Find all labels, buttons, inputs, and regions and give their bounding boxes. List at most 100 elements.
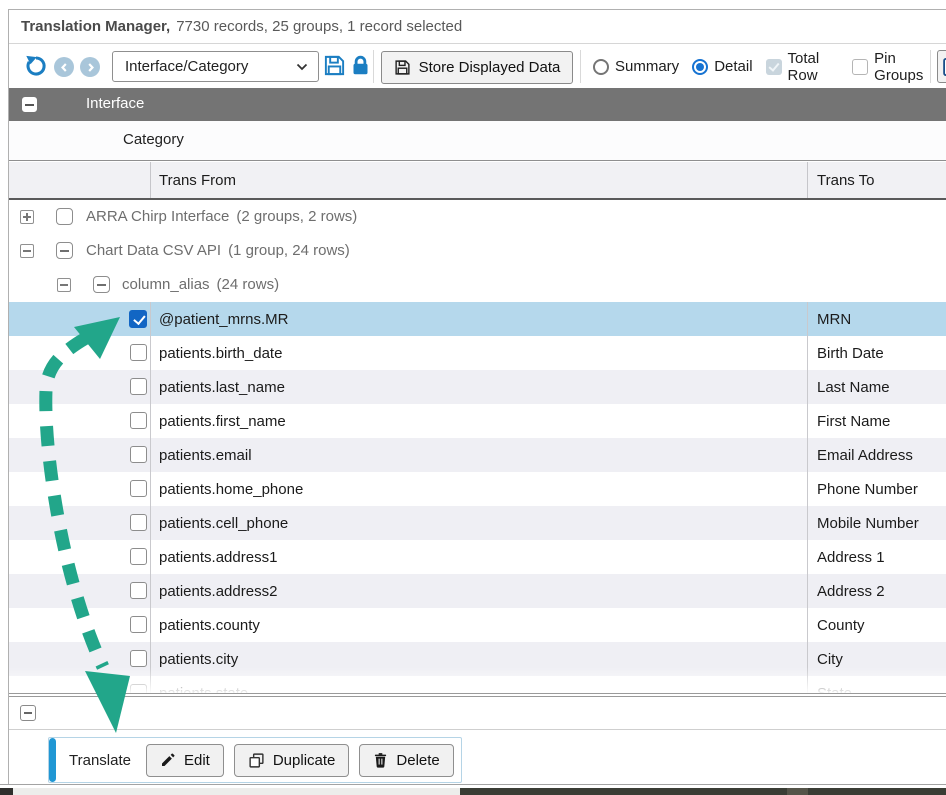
toolbar: Interface/Category Store Displayed Data … — [9, 45, 946, 88]
row-checkbox[interactable] — [130, 514, 147, 531]
table-row-clipped[interactable]: patients.state State — [9, 676, 946, 693]
table-row[interactable]: patients.address1 Address 1 — [9, 540, 946, 574]
pin-groups-checkbox[interactable] — [852, 59, 868, 75]
translation-manager-window: Translation Manager, 7730 records, 25 gr… — [0, 0, 946, 795]
trans-to-column-header[interactable]: Trans To — [807, 162, 946, 198]
total-row-checkbox[interactable] — [766, 59, 782, 75]
app-title: Translation Manager, — [21, 18, 170, 35]
row-checkbox[interactable] — [130, 616, 147, 633]
interface-header-label: Interface — [86, 95, 144, 112]
translate-panel: Translate Edit Duplicate Delete — [48, 737, 462, 783]
group-meta: (24 rows) — [217, 276, 280, 293]
table-row[interactable]: patients.cell_phone Mobile Number — [9, 506, 946, 540]
row-checkbox[interactable] — [130, 548, 147, 565]
store-displayed-data-button[interactable]: Store Displayed Data — [381, 51, 573, 84]
table-row[interactable]: patients.city City — [9, 642, 946, 676]
copy-icon — [248, 752, 265, 769]
group-meta: (1 group, 24 rows) — [228, 242, 350, 259]
panel-accent-bar — [49, 738, 56, 782]
group-checkbox[interactable] — [56, 208, 73, 225]
row-checkbox[interactable] — [130, 650, 147, 667]
toolbar-separator — [580, 50, 581, 83]
table-bottom-border — [9, 693, 946, 694]
collapse-icon[interactable] — [22, 97, 37, 112]
detail-radio-label: Detail — [714, 58, 752, 75]
row-checkbox[interactable] — [130, 446, 147, 463]
row-checkbox[interactable] — [130, 344, 147, 361]
trans-from-cell: patients.city — [150, 642, 807, 676]
table-row[interactable]: patients.first_name First Name — [9, 404, 946, 438]
footer-divider — [9, 729, 946, 730]
row-checkbox[interactable] — [130, 582, 147, 599]
summary-radio[interactable] — [593, 59, 609, 75]
group-row-chart-data-csv[interactable]: Chart Data CSV API (1 group, 24 rows) — [9, 234, 946, 268]
table-row[interactable]: patients.county County — [9, 608, 946, 642]
toolbar-separator — [373, 50, 374, 83]
trans-from-cell: patients.home_phone — [150, 472, 807, 506]
delete-button[interactable]: Delete — [359, 744, 453, 777]
trans-from-cell: patients.address2 — [150, 574, 807, 608]
undo-icon[interactable] — [25, 55, 47, 77]
trans-to-cell: County — [807, 608, 946, 642]
columns-toggle-button[interactable] — [937, 50, 946, 83]
view-options: Summary Detail Total Row Pin Groups — [593, 45, 946, 88]
grouping-select[interactable]: Interface/Category — [112, 51, 319, 82]
category-group-header: Category — [9, 121, 946, 161]
group-label: Chart Data CSV API — [86, 242, 221, 259]
group-row-arra-chirp[interactable]: ARRA Chirp Interface(2 groups, 2 rows) — [9, 200, 946, 234]
trans-from-cell: patients.cell_phone — [150, 506, 807, 540]
trash-icon — [373, 752, 388, 769]
group-checkbox[interactable] — [56, 242, 73, 259]
group-label: ARRA Chirp Interface — [86, 208, 229, 225]
column-header-row: Trans From Trans To — [9, 162, 946, 200]
trans-from-cell: patients.email — [150, 438, 807, 472]
toolbar-separator — [930, 50, 931, 83]
trans-to-cell: Email Address — [807, 438, 946, 472]
collapse-icon[interactable] — [57, 278, 71, 292]
edit-button-label: Edit — [184, 752, 210, 769]
group-checkbox[interactable] — [93, 276, 110, 293]
group-label: column_alias — [122, 276, 210, 293]
pencil-icon — [160, 752, 176, 768]
summary-radio-label: Summary — [615, 58, 679, 75]
chevron-down-icon — [296, 63, 308, 71]
expand-icon[interactable] — [20, 210, 34, 224]
window-border-bottom — [0, 784, 946, 785]
translation-table-body: ARRA Chirp Interface(2 groups, 2 rows) C… — [9, 200, 946, 693]
delete-button-label: Delete — [396, 752, 439, 769]
row-checkbox[interactable] — [130, 378, 147, 395]
back-icon[interactable] — [54, 57, 74, 77]
table-row[interactable]: patients.home_phone Phone Number — [9, 472, 946, 506]
trans-to-cell: Address 1 — [807, 540, 946, 574]
forward-icon[interactable] — [80, 57, 100, 77]
duplicate-button-label: Duplicate — [273, 752, 336, 769]
table-row[interactable]: patients.last_name Last Name — [9, 370, 946, 404]
trans-from-cell: @patient_mrns.MR — [150, 302, 807, 336]
record-summary: 7730 records, 25 groups, 1 record select… — [176, 18, 462, 35]
group-row-column-alias[interactable]: column_alias (24 rows) — [9, 268, 946, 302]
row-checkbox[interactable] — [130, 412, 147, 429]
lock-icon[interactable] — [350, 54, 371, 77]
detail-radio[interactable] — [692, 59, 708, 75]
table-row[interactable]: patients.email Email Address — [9, 438, 946, 472]
save-icon[interactable] — [323, 54, 346, 77]
trans-from-column-header[interactable]: Trans From — [150, 162, 807, 198]
trans-to-cell: Address 2 — [807, 574, 946, 608]
trans-to-cell: MRN — [807, 302, 946, 336]
save-icon — [394, 59, 411, 76]
table-row[interactable]: patients.address2 Address 2 — [9, 574, 946, 608]
store-button-label: Store Displayed Data — [419, 59, 561, 76]
trans-from-cell: patients.state — [150, 676, 807, 693]
grouping-select-value: Interface/Category — [125, 58, 248, 75]
edit-button[interactable]: Edit — [146, 744, 224, 777]
row-checkbox[interactable] — [129, 310, 147, 328]
duplicate-button[interactable]: Duplicate — [234, 744, 350, 777]
action-footer: Translate Edit Duplicate Delete — [9, 697, 946, 783]
collapse-icon[interactable] — [20, 244, 34, 258]
collapse-icon[interactable] — [20, 705, 36, 721]
row-checkbox[interactable] — [130, 684, 147, 693]
title-bar: Translation Manager, 7730 records, 25 gr… — [9, 10, 946, 44]
row-checkbox[interactable] — [130, 480, 147, 497]
table-row[interactable]: patients.birth_date Birth Date — [9, 336, 946, 370]
table-row-selected[interactable]: @patient_mrns.MR MRN — [9, 302, 946, 336]
